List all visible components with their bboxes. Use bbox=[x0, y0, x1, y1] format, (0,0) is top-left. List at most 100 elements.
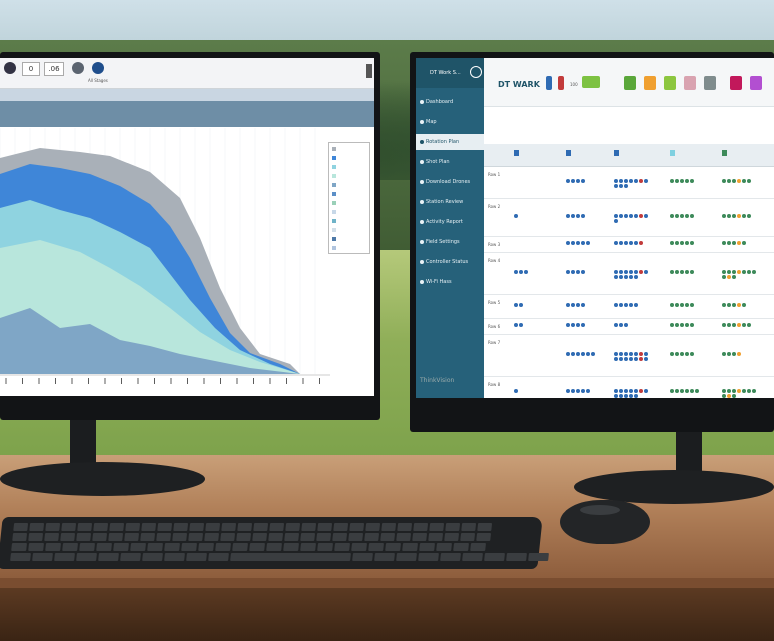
status-dots[interactable] bbox=[670, 241, 704, 245]
status-dots[interactable] bbox=[722, 214, 756, 218]
status-dot bbox=[670, 352, 674, 356]
sidebar-item[interactable]: Dashboard bbox=[416, 94, 484, 110]
status-dot bbox=[634, 214, 638, 218]
status-badge-orange[interactable] bbox=[644, 76, 656, 90]
status-dots[interactable] bbox=[566, 323, 600, 327]
sidebar-item[interactable]: Station Review bbox=[416, 194, 484, 210]
status-dots[interactable] bbox=[514, 270, 548, 274]
legend-swatch bbox=[332, 245, 336, 250]
stat-label: 100 bbox=[570, 82, 578, 87]
table-row[interactable]: Row 2 bbox=[484, 200, 774, 237]
status-dots[interactable] bbox=[566, 241, 600, 245]
sidebar-item[interactable]: Download Drones bbox=[416, 174, 484, 190]
status-badge-gray[interactable] bbox=[704, 76, 716, 90]
status-dots[interactable] bbox=[566, 179, 600, 183]
status-dots[interactable] bbox=[722, 352, 756, 356]
status-dots[interactable] bbox=[670, 389, 704, 393]
menu-bullet-icon bbox=[420, 240, 424, 244]
status-badge-green[interactable] bbox=[624, 76, 636, 90]
status-dot bbox=[747, 323, 751, 327]
status-dots[interactable] bbox=[670, 352, 704, 356]
status-dots[interactable] bbox=[670, 323, 704, 327]
key bbox=[28, 533, 44, 541]
status-dots[interactable] bbox=[614, 303, 648, 307]
sidebar-item[interactable]: Activity Report bbox=[416, 214, 484, 230]
status-dots[interactable] bbox=[722, 389, 756, 398]
gear-icon[interactable] bbox=[72, 62, 84, 74]
key bbox=[164, 553, 185, 561]
status-dot bbox=[629, 352, 633, 356]
status-dots[interactable] bbox=[670, 214, 704, 218]
sidebar-item[interactable]: Map bbox=[416, 114, 484, 130]
status-dots[interactable] bbox=[566, 352, 600, 356]
key bbox=[232, 543, 248, 551]
status-dots[interactable] bbox=[614, 352, 648, 361]
status-badge-purple[interactable] bbox=[750, 76, 762, 90]
status-dots[interactable] bbox=[722, 270, 756, 279]
settings-icon[interactable] bbox=[4, 62, 16, 74]
status-dots[interactable] bbox=[670, 270, 704, 274]
table-row[interactable]: Row 4 bbox=[484, 254, 774, 295]
app-main: DT WARK 100 Row 1 Row 2 Row 3 Row 4 Row … bbox=[484, 58, 774, 398]
left-toolbar: 0 .06 All Stages bbox=[0, 58, 374, 89]
status-dots[interactable] bbox=[514, 323, 548, 327]
toolbar-field-1[interactable]: 0 bbox=[22, 62, 40, 76]
left-subheader bbox=[0, 89, 374, 101]
key bbox=[28, 543, 44, 551]
status-dots[interactable] bbox=[722, 323, 756, 327]
status-dot bbox=[576, 389, 580, 393]
key bbox=[444, 533, 460, 541]
sidebar-item[interactable]: Wi-Fi Hass bbox=[416, 274, 484, 290]
status-dots[interactable] bbox=[566, 303, 600, 307]
status-badge-pink[interactable] bbox=[684, 76, 696, 90]
status-dot bbox=[675, 214, 679, 218]
status-dots[interactable] bbox=[614, 179, 648, 188]
status-dots[interactable] bbox=[566, 389, 600, 393]
status-badge-lime[interactable] bbox=[664, 76, 676, 90]
status-badge-magenta[interactable] bbox=[730, 76, 742, 90]
column-icon-4[interactable] bbox=[670, 150, 675, 156]
sidebar-item[interactable]: Rotation Plan bbox=[416, 134, 484, 150]
table-row[interactable]: Row 7 bbox=[484, 336, 774, 377]
green-highlight-badge[interactable] bbox=[582, 76, 600, 88]
table-row[interactable]: Row 3 bbox=[484, 238, 774, 253]
compass-icon[interactable] bbox=[92, 62, 104, 74]
status-dot bbox=[747, 270, 751, 274]
column-icon-3[interactable] bbox=[614, 150, 619, 156]
status-dot bbox=[675, 179, 679, 183]
blue-badge[interactable] bbox=[546, 76, 552, 90]
status-dots[interactable] bbox=[614, 241, 648, 245]
toolbar-field-2[interactable]: .06 bbox=[44, 62, 64, 76]
status-dots[interactable] bbox=[614, 389, 648, 398]
table-row[interactable]: Row 1 bbox=[484, 168, 774, 199]
key bbox=[12, 533, 28, 541]
status-dots[interactable] bbox=[722, 241, 756, 245]
table-row[interactable]: Row 5 bbox=[484, 296, 774, 319]
status-dots[interactable] bbox=[614, 323, 648, 327]
status-dots[interactable] bbox=[722, 179, 756, 183]
status-dots[interactable] bbox=[614, 214, 648, 223]
status-dots[interactable] bbox=[614, 270, 648, 279]
status-dots[interactable] bbox=[722, 303, 756, 307]
column-icon-5[interactable] bbox=[722, 150, 727, 156]
status-dots[interactable] bbox=[514, 389, 548, 393]
status-dots[interactable] bbox=[514, 303, 548, 307]
collapse-icon[interactable] bbox=[470, 66, 482, 78]
column-icon-1[interactable] bbox=[514, 150, 519, 156]
toolbar-end-tab[interactable] bbox=[366, 64, 372, 78]
table-row[interactable]: Row 8 bbox=[484, 378, 774, 398]
key bbox=[348, 533, 364, 541]
column-icon-2[interactable] bbox=[566, 150, 571, 156]
status-dots[interactable] bbox=[566, 270, 600, 274]
red-badge[interactable] bbox=[558, 76, 564, 90]
status-dot bbox=[644, 214, 648, 218]
sidebar-item[interactable]: Controller Status bbox=[416, 254, 484, 270]
status-dots[interactable] bbox=[514, 214, 548, 218]
sidebar-item[interactable]: Field Settings bbox=[416, 234, 484, 250]
status-dots[interactable] bbox=[670, 303, 704, 307]
sidebar-item[interactable]: Shot Plan bbox=[416, 154, 484, 170]
status-dots[interactable] bbox=[670, 179, 704, 183]
status-dots[interactable] bbox=[566, 214, 600, 218]
row-label: Row 3 bbox=[488, 242, 501, 247]
table-row[interactable]: Row 6 bbox=[484, 320, 774, 335]
